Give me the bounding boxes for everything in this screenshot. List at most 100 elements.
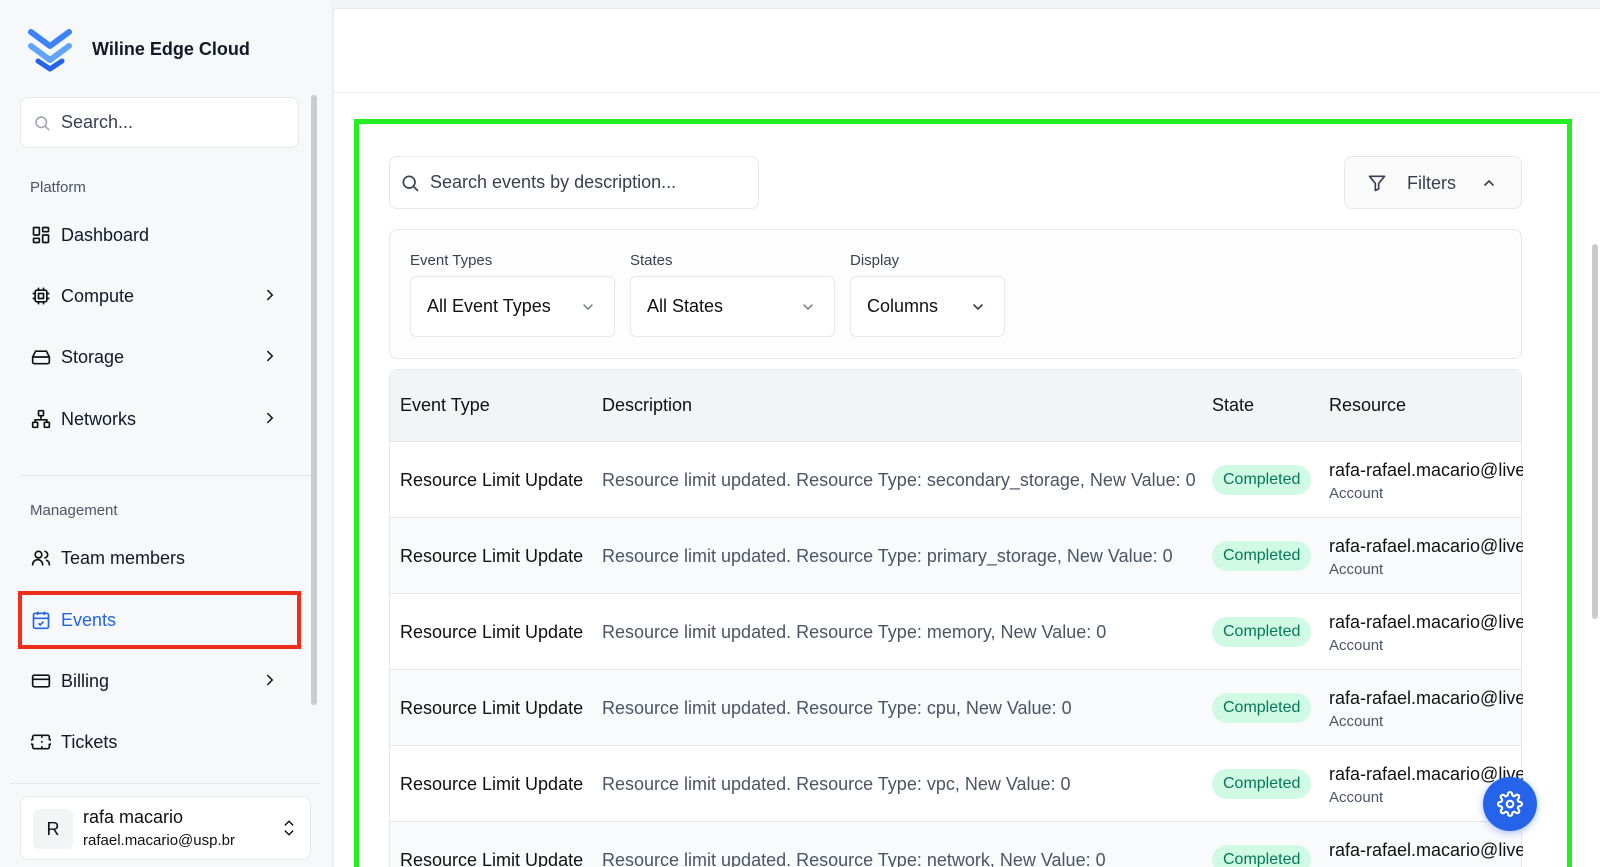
sidebar-divider: [20, 475, 310, 476]
states-label: States: [630, 252, 673, 269]
sidebar-item-team-members[interactable]: Team members: [20, 531, 299, 585]
sidebar-item-dashboard[interactable]: Dashboard: [20, 208, 299, 262]
event-type-cell: Resource Limit Update: [400, 850, 584, 867]
ticket-icon: [30, 731, 52, 753]
sidebar-item-compute[interactable]: Compute: [20, 269, 299, 323]
filters-label: Filters: [1407, 173, 1456, 193]
event-type-cell: Resource Limit Update: [400, 470, 584, 490]
settings-fab-button[interactable]: [1483, 777, 1537, 831]
table-row[interactable]: Resource Limit Update Resource limit upd…: [390, 746, 1523, 822]
resource-type: Account: [1329, 789, 1384, 806]
table-header: Event Type Description State Resource: [390, 370, 1521, 442]
sidebar-item-label: Compute: [61, 285, 135, 306]
column-header-description[interactable]: Description: [602, 395, 692, 416]
event-types-value: All Event Types: [427, 296, 551, 316]
event-type-cell: Resource Limit Update: [400, 546, 584, 566]
sidebar-item-events[interactable]: Events: [18, 591, 301, 649]
sidebar-item-label: Billing: [61, 670, 110, 691]
events-search[interactable]: [389, 156, 759, 209]
search-icon: [35, 115, 50, 130]
resource-name[interactable]: rafa-rafael.macario@live: [1329, 688, 1523, 709]
events-panel: Filters Event Types All Event Types Stat…: [354, 119, 1572, 867]
grid-icon: [30, 224, 52, 246]
gear-icon: [1497, 791, 1523, 817]
display-columns-button[interactable]: Columns: [850, 276, 1005, 337]
status-badge: Completed: [1212, 693, 1312, 723]
table-row[interactable]: Resource Limit Update Resource limit upd…: [390, 518, 1523, 594]
resource-type: Account: [1329, 561, 1384, 578]
top-bar: [334, 9, 1600, 93]
chevron-up-icon: [1484, 179, 1494, 186]
chevron-down-icon: [973, 304, 983, 311]
chevron-right-icon: [267, 674, 274, 686]
description-cell: Resource limit updated. Resource Type: v…: [602, 774, 1071, 794]
management-section-label: Management: [30, 502, 118, 519]
search-icon: [402, 175, 419, 191]
brand[interactable]: Wiline Edge Cloud: [28, 26, 250, 72]
chevron-down-icon: [583, 304, 593, 310]
chevron-down-icon: [803, 304, 813, 310]
column-header-event-type[interactable]: Event Type: [400, 395, 490, 416]
chevron-up-down-icon: [284, 820, 294, 836]
column-header-state[interactable]: State: [1212, 395, 1254, 416]
resource-name[interactable]: rafa-rafael.macario@live: [1329, 536, 1523, 557]
events-search-input[interactable]: [430, 172, 750, 193]
description-cell: Resource limit updated. Resource Type: m…: [602, 622, 1107, 642]
main-scrollbar[interactable]: [1592, 244, 1598, 619]
resource-type: Account: [1329, 637, 1384, 654]
resource-type: Account: [1329, 713, 1384, 730]
event-types-label: Event Types: [410, 252, 493, 269]
states-value: All States: [647, 296, 724, 316]
status-badge: Completed: [1212, 769, 1312, 799]
sidebar-item-label: Storage: [61, 346, 125, 367]
main-content: Filters Event Types All Event Types Stat…: [333, 8, 1600, 867]
description-cell: Resource limit updated. Resource Type: c…: [602, 698, 1072, 718]
resource-type: Account: [1329, 485, 1384, 502]
calendar-check-icon: [30, 609, 52, 631]
sidebar-item-label: Tickets: [61, 731, 118, 752]
events-table: Event Type Description State Resource Re…: [389, 369, 1523, 867]
credit-card-icon: [30, 670, 52, 692]
cpu-icon: [30, 285, 52, 307]
chevron-right-icon: [267, 350, 274, 362]
sidebar-item-label: Dashboard: [61, 224, 150, 245]
network-icon: [30, 408, 52, 430]
filters-button[interactable]: Filters: [1344, 156, 1522, 209]
description-cell: Resource limit updated. Resource Type: s…: [602, 470, 1196, 490]
table-row[interactable]: Resource Limit Update Resource limit upd…: [390, 822, 1523, 867]
brand-name: Wiline Edge Cloud: [92, 38, 250, 59]
user-menu[interactable]: R rafa macario rafael.macario@usp.br: [20, 796, 311, 860]
table-row[interactable]: Resource Limit Update Resource limit upd…: [390, 594, 1523, 670]
sidebar-search[interactable]: [20, 97, 299, 148]
user-name: rafa macario: [83, 807, 184, 827]
sidebar-divider: [10, 783, 320, 784]
avatar: R: [33, 809, 73, 849]
event-type-cell: Resource Limit Update: [400, 622, 584, 642]
status-badge: Completed: [1212, 541, 1312, 571]
description-cell: Resource limit updated. Resource Type: n…: [602, 850, 1106, 867]
sidebar-item-networks[interactable]: Networks: [20, 392, 299, 446]
sidebar-scrollbar[interactable]: [311, 95, 317, 705]
display-label: Display: [850, 252, 900, 269]
resource-name[interactable]: rafa-rafael.macario@live: [1329, 840, 1523, 861]
event-types-select[interactable]: All Event Types: [410, 276, 615, 337]
sidebar-item-label: Team members: [61, 547, 186, 568]
states-select[interactable]: All States: [630, 276, 835, 337]
table-row[interactable]: Resource Limit Update Resource limit upd…: [390, 670, 1523, 746]
resource-name[interactable]: rafa-rafael.macario@live: [1329, 612, 1523, 633]
table-row[interactable]: Resource Limit Update Resource limit upd…: [390, 442, 1523, 518]
description-cell: Resource limit updated. Resource Type: p…: [602, 546, 1173, 566]
sidebar-item-storage[interactable]: Storage: [20, 330, 299, 384]
column-header-resource[interactable]: Resource: [1329, 395, 1406, 416]
sidebar: Wiline Edge Cloud Platform Dashboard Com…: [0, 0, 330, 867]
users-icon: [30, 547, 52, 569]
platform-section-label: Platform: [30, 179, 86, 196]
sidebar-search-input[interactable]: [61, 112, 281, 133]
sidebar-item-tickets[interactable]: Tickets: [20, 715, 299, 769]
resource-name[interactable]: rafa-rafael.macario@live: [1329, 460, 1523, 481]
status-badge: Completed: [1212, 465, 1312, 495]
status-badge: Completed: [1212, 617, 1312, 647]
sidebar-item-label: Networks: [61, 408, 137, 429]
sidebar-item-billing[interactable]: Billing: [20, 654, 299, 708]
chevron-right-icon: [267, 412, 274, 424]
